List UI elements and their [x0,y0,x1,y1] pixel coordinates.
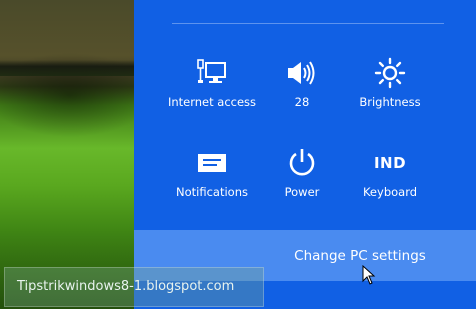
keyboard-layout-code: IND [373,154,407,172]
volume-tile[interactable]: 28 [252,57,352,127]
sun-icon [340,57,440,89]
power-tile[interactable]: Power [252,147,352,217]
network-icon [162,57,262,89]
internet-access-tile[interactable]: Internet access [162,57,262,127]
brightness-label: Brightness [359,95,421,109]
power-icon [252,147,352,179]
settings-charm-panel: Internet access 28 Brightness Notificati… [134,0,476,309]
keyboard-label: Keyboard [362,185,418,199]
keyboard-layout-indicator: IND [340,147,440,179]
brightness-tile[interactable]: Brightness [340,57,440,127]
watermark-text: Tipstrikwindows8-1.blogspot.com [17,279,235,294]
panel-divider [172,23,444,24]
change-pc-settings-label: Change PC settings [294,248,426,264]
mouse-cursor-icon [362,265,376,285]
watermark-banner: Tipstrikwindows8-1.blogspot.com [4,267,264,307]
speaker-icon [252,57,352,89]
notification-icon [162,147,262,179]
notifications-tile[interactable]: Notifications [162,147,262,217]
tree-line [0,60,134,76]
keyboard-tile[interactable]: IND Keyboard [340,147,440,217]
desktop-wallpaper [0,0,134,309]
